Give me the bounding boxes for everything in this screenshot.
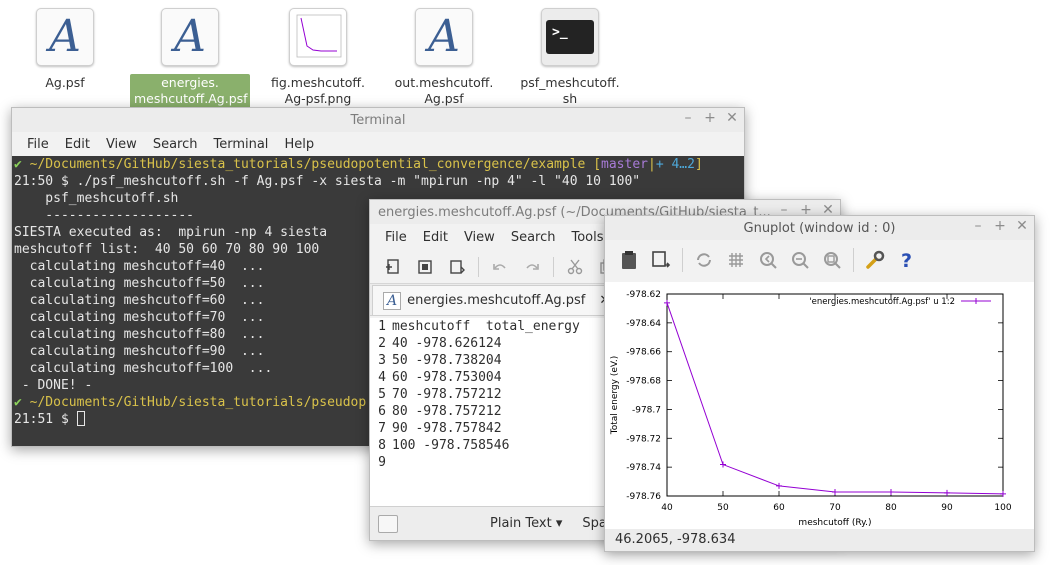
autoscale-icon[interactable] xyxy=(818,246,846,274)
cursor-coordinates: 46.2065, -978.634 xyxy=(605,529,1034,551)
x-tick-label: 70 xyxy=(829,503,841,513)
data-point xyxy=(944,489,950,496)
replot-icon[interactable] xyxy=(690,246,718,274)
terminal-line: 21:50 $ ./psf_meshcutoff.sh -f Ag.psf -x… xyxy=(14,174,641,189)
help-icon[interactable]: ? xyxy=(893,246,921,274)
prompt-path: ~/Documents/GitHub/siesta_tutorials/pseu… xyxy=(29,395,367,410)
cut-icon[interactable] xyxy=(562,254,588,280)
y-tick-label: -978.74 xyxy=(626,463,661,473)
data-point xyxy=(776,482,782,489)
y-tick-label: -978.76 xyxy=(626,492,661,502)
previous-zoom-icon[interactable] xyxy=(754,246,782,274)
window-title: Gnuplot (window id : 0) xyxy=(743,220,896,236)
maximize-icon[interactable]: + xyxy=(704,110,716,126)
y-tick-label: -978.66 xyxy=(626,348,661,358)
undo-icon[interactable] xyxy=(487,254,513,280)
window-title: Terminal xyxy=(350,112,406,128)
close-icon[interactable]: ✕ xyxy=(1016,218,1028,234)
desktop-icon-label: out.meshcutoff. Ag.psf xyxy=(394,75,494,106)
desktop-icon-label: Ag.psf xyxy=(45,75,85,90)
maximize-icon[interactable]: + xyxy=(994,218,1006,234)
x-tick-label: 90 xyxy=(941,503,953,513)
new-document-icon[interactable] xyxy=(380,254,406,280)
desktop-icon-label: energies. meshcutoff.Ag.psf xyxy=(130,74,250,109)
git-branch: master xyxy=(601,157,648,172)
side-panel-toggle-icon[interactable] xyxy=(378,514,398,533)
x-tick-label: 80 xyxy=(885,503,897,513)
tab-energies[interactable]: A energies.meshcutoff.Ag.psf ✕ xyxy=(372,285,622,315)
x-tick-label: 50 xyxy=(717,503,729,513)
menu-terminal[interactable]: Terminal xyxy=(205,137,276,152)
plot-area[interactable]: 40 50 60 70 80 90 100 -978.62 -978.64 -978.66 -978… xyxy=(605,282,1034,532)
menu-edit[interactable]: Edit xyxy=(57,137,98,152)
save-file-icon[interactable] xyxy=(444,254,470,280)
x-tick-label: 100 xyxy=(994,503,1011,513)
desktop-icon-fig-png[interactable]: fig.meshcutoff. Ag-psf.png xyxy=(258,8,378,109)
check-icon: ✔ xyxy=(14,395,22,410)
git-status: + 4…2 xyxy=(655,157,695,172)
x-tick-label: 40 xyxy=(661,503,673,513)
terminal-titlebar[interactable]: Terminal – + ✕ xyxy=(12,108,744,132)
series-line xyxy=(666,302,1004,495)
menu-file[interactable]: File xyxy=(377,230,415,245)
open-file-icon[interactable] xyxy=(412,254,438,280)
prompt-path: ~/Documents/GitHub/siesta_tutorials/pseu… xyxy=(29,157,586,172)
settings-wrench-icon[interactable] xyxy=(861,246,889,274)
y-tick-label: -978.7 xyxy=(632,405,661,415)
tab-label: energies.meshcutoff.Ag.psf xyxy=(407,293,586,308)
data-point xyxy=(832,488,838,495)
psf-file-icon: A xyxy=(415,8,473,66)
minimize-icon[interactable]: – xyxy=(972,218,984,234)
psf-file-icon: A xyxy=(161,8,219,66)
data-point xyxy=(720,461,726,468)
plot-frame xyxy=(666,293,1004,497)
menu-edit[interactable]: Edit xyxy=(415,230,456,245)
prompt-line: ✔ ~/Documents/GitHub/siesta_tutorials/ps… xyxy=(14,157,703,172)
check-icon: ✔ xyxy=(14,157,22,172)
desktop-icon-label: fig.meshcutoff. Ag-psf.png xyxy=(270,75,365,106)
png-thumbnail-icon xyxy=(289,8,347,66)
y-tick-label: -978.62 xyxy=(626,290,661,300)
desktop-icon-sh[interactable]: >_ psf_meshcutoff. sh xyxy=(510,8,630,109)
psf-file-icon: A xyxy=(383,291,402,310)
shell-script-icon: >_ xyxy=(541,8,599,66)
y-tick-label: -978.72 xyxy=(626,434,661,444)
desktop-icon-out-psf[interactable]: A out.meshcutoff. Ag.psf xyxy=(384,8,504,109)
gnuplot-titlebar[interactable]: Gnuplot (window id : 0) – + ✕ xyxy=(605,216,1034,240)
terminal-menubar: File Edit View Search Terminal Help xyxy=(12,132,744,156)
minimize-icon[interactable]: – xyxy=(682,110,694,126)
grid-icon[interactable] xyxy=(722,246,750,274)
desktop-icon-energies[interactable]: A energies. meshcutoff.Ag.psf xyxy=(130,8,250,109)
gnuplot-toolbar: ? xyxy=(605,240,1034,280)
psf-file-icon: A xyxy=(36,8,94,66)
energy-vs-meshcutoff-chart: 40 50 60 70 80 90 100 -978.62 -978.64 -978.66 -978… xyxy=(610,290,1012,528)
svg-text:?: ? xyxy=(901,250,912,271)
clipboard-icon[interactable] xyxy=(615,246,643,274)
data-point xyxy=(888,488,894,495)
desktop-icon-ag-psf[interactable]: A Ag.psf xyxy=(5,8,125,93)
text-cursor xyxy=(76,411,85,426)
data-point xyxy=(664,299,670,306)
export-icon[interactable] xyxy=(647,246,675,274)
legend-label: 'energies.meshcutoff.Ag.psf' u 1:2 xyxy=(809,297,955,307)
x-axis-label: meshcutoff (Ry.) xyxy=(798,518,871,528)
prompt: 21:51 $ xyxy=(14,412,77,427)
desktop-icon-label: psf_meshcutoff. sh xyxy=(520,75,620,106)
menu-view[interactable]: View xyxy=(98,137,145,152)
y-tick-label: -978.64 xyxy=(626,319,661,329)
menu-search[interactable]: Search xyxy=(145,137,206,152)
menu-search[interactable]: Search xyxy=(503,230,564,245)
gnuplot-window[interactable]: Gnuplot (window id : 0) – + ✕ ? 40 50 60 70… xyxy=(604,215,1035,552)
y-tick-label: -978.68 xyxy=(626,377,661,387)
y-axis-label: Total energy (eV.) xyxy=(610,356,620,436)
redo-icon[interactable] xyxy=(519,254,545,280)
x-tick-label: 60 xyxy=(773,503,785,513)
menu-view[interactable]: View xyxy=(456,230,503,245)
menu-help[interactable]: Help xyxy=(276,137,322,152)
close-icon[interactable]: ✕ xyxy=(726,110,738,126)
next-zoom-icon[interactable] xyxy=(786,246,814,274)
legend-marker xyxy=(973,298,979,304)
menu-file[interactable]: File xyxy=(19,137,57,152)
language-selector[interactable]: Plain Text ▾ xyxy=(490,516,562,531)
